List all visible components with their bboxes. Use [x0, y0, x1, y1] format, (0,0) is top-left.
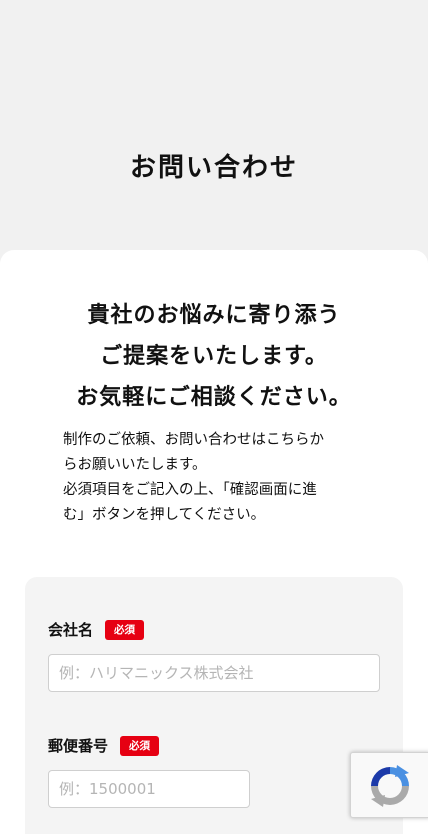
postal-code-input[interactable]: [48, 770, 250, 808]
intro-line-1: 制作のご依頼、お問い合わせはこちらか: [63, 432, 324, 448]
intro-line-3: 必須項目をご記入の上、「確認画面に進: [63, 482, 317, 498]
required-badge: 必須: [120, 736, 160, 756]
intro-line-4: む」ボタンを押してください。: [63, 507, 266, 523]
contact-page: お問い合わせ 貴社のお悩みに寄り添う ご提案をいたします。 お気軽にご相談くださ…: [0, 0, 428, 834]
headline-line-3: お気軽にご相談ください。: [76, 385, 352, 410]
page-title: お問い合わせ: [129, 153, 298, 183]
intro-line-2: らお願いいたします。: [63, 457, 207, 473]
headline-line-1: 貴社のお悩みに寄り添う: [87, 303, 341, 328]
postal-code-label-text: 郵便番号: [48, 737, 109, 755]
recaptcha-icon: [371, 765, 409, 807]
headline: 貴社のお悩みに寄り添う ご提案をいたします。 お気軽にご相談ください。: [0, 295, 428, 418]
intro-text: 制作のご依頼、お問い合わせはこちらか らお願いいたします。 必須項目をご記入の上…: [63, 428, 363, 528]
company-name-input[interactable]: [48, 654, 380, 692]
recaptcha-badge[interactable]: [350, 752, 428, 818]
company-label-text: 会社名: [48, 621, 94, 639]
postal-code-field-label: 郵便番号 必須: [48, 735, 160, 757]
required-badge: 必須: [105, 620, 145, 640]
headline-line-2: ご提案をいたします。: [100, 344, 328, 369]
company-field-label: 会社名 必須: [48, 619, 145, 641]
